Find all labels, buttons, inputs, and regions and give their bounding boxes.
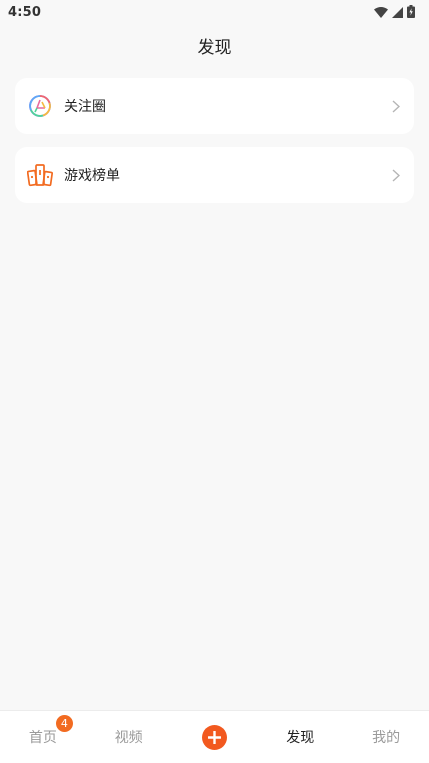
nav-tab-label: 发现: [286, 730, 315, 746]
cellular-signal-icon: [392, 3, 403, 22]
nav-tab-me[interactable]: 我的: [343, 711, 429, 763]
wifi-icon: [374, 3, 388, 22]
menu-item-game-ranking[interactable]: 游戏榜单: [15, 147, 414, 203]
plus-icon[interactable]: [201, 724, 227, 750]
nav-tab-label: 视频: [114, 730, 143, 746]
menu-item-label: 游戏榜单: [64, 168, 120, 184]
status-time: 4:50: [8, 4, 42, 20]
nav-tab-label: 我的: [372, 730, 401, 746]
podium-ranking-icon: [27, 162, 53, 188]
nav-tab-video[interactable]: 视频: [86, 711, 172, 763]
notification-badge: 4: [55, 715, 73, 732]
status-bar: 4:50: [0, 0, 429, 24]
nav-tab-label: 首页: [28, 730, 57, 746]
nav-tab-create[interactable]: [172, 711, 258, 763]
menu-item-follow-circle[interactable]: 关注圈: [15, 78, 414, 134]
chevron-right-icon: [390, 99, 402, 113]
menu-item-label: 关注圈: [64, 99, 106, 115]
nav-tab-home[interactable]: 首页 4: [0, 711, 86, 763]
chevron-right-icon: [390, 168, 402, 182]
page-title: 发现: [197, 38, 232, 58]
battery-icon: [407, 3, 415, 22]
circle-aperture-icon: [27, 93, 53, 119]
bottom-nav: 首页 4 视频 发现 我的: [0, 710, 429, 763]
screen: 4:50 发现 关注圈 游戏榜单 首页 4 视频 发现 我的: [0, 0, 429, 763]
nav-tab-discover[interactable]: 发现: [257, 711, 343, 763]
status-icons: [374, 3, 415, 22]
